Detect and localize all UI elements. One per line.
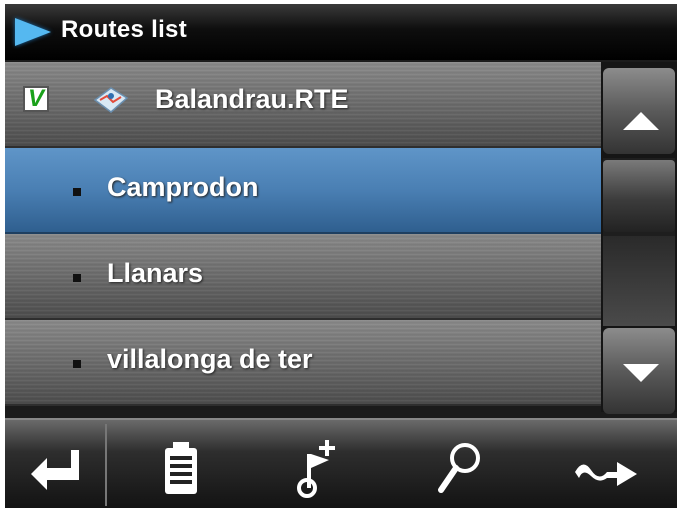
toolbar-divider <box>105 424 107 506</box>
search-button[interactable] <box>425 420 515 508</box>
route-item-label: villalonga de ter <box>107 344 313 374</box>
clipboard-icon <box>165 442 197 494</box>
bullet-icon <box>73 188 81 196</box>
navigate-button[interactable] <box>565 420 665 508</box>
add-waypoint-button[interactable] <box>277 420 367 508</box>
scroll-down-arrow-icon <box>623 364 659 382</box>
scroll-up-arrow-icon <box>623 112 659 130</box>
scroll-thumb[interactable] <box>603 160 675 232</box>
route-file-row[interactable]: V Balandrau.RTE <box>5 62 601 148</box>
play-arrow-icon <box>15 18 51 46</box>
bullet-icon <box>73 274 81 282</box>
route-item-villalonga[interactable]: villalonga de ter <box>5 320 601 406</box>
route-item-label: Llanars <box>107 258 204 288</box>
title-bar: Routes list <box>5 4 677 60</box>
check-mark: V <box>28 85 45 112</box>
return-arrow-icon <box>31 450 79 490</box>
scroll-down-button[interactable] <box>603 328 675 414</box>
route-item-camprodon[interactable]: Camprodon <box>5 148 601 234</box>
routes-list-screen: Routes list V Balandrau.RTE Camprodon Ll… <box>5 4 677 508</box>
page-title: Routes list <box>61 16 187 43</box>
list-button[interactable] <box>145 420 235 508</box>
route-item-llanars[interactable]: Llanars <box>5 234 601 320</box>
scrollbar <box>601 62 677 414</box>
route-checkbox[interactable]: V <box>23 85 49 112</box>
route-file-name: Balandrau.RTE <box>155 84 349 114</box>
bottom-toolbar <box>5 418 677 508</box>
route-item-label: Camprodon <box>107 172 259 202</box>
back-button[interactable] <box>5 420 105 508</box>
route-map-icon <box>93 87 129 113</box>
magnifier-icon <box>438 443 480 493</box>
route-arrow-icon <box>575 462 637 486</box>
routes-list: V Balandrau.RTE Camprodon Llanars villal… <box>5 62 601 412</box>
flag-plus-icon <box>297 440 335 498</box>
scroll-up-button[interactable] <box>603 68 675 154</box>
scroll-track-lower <box>603 236 675 326</box>
bullet-icon <box>73 360 81 368</box>
